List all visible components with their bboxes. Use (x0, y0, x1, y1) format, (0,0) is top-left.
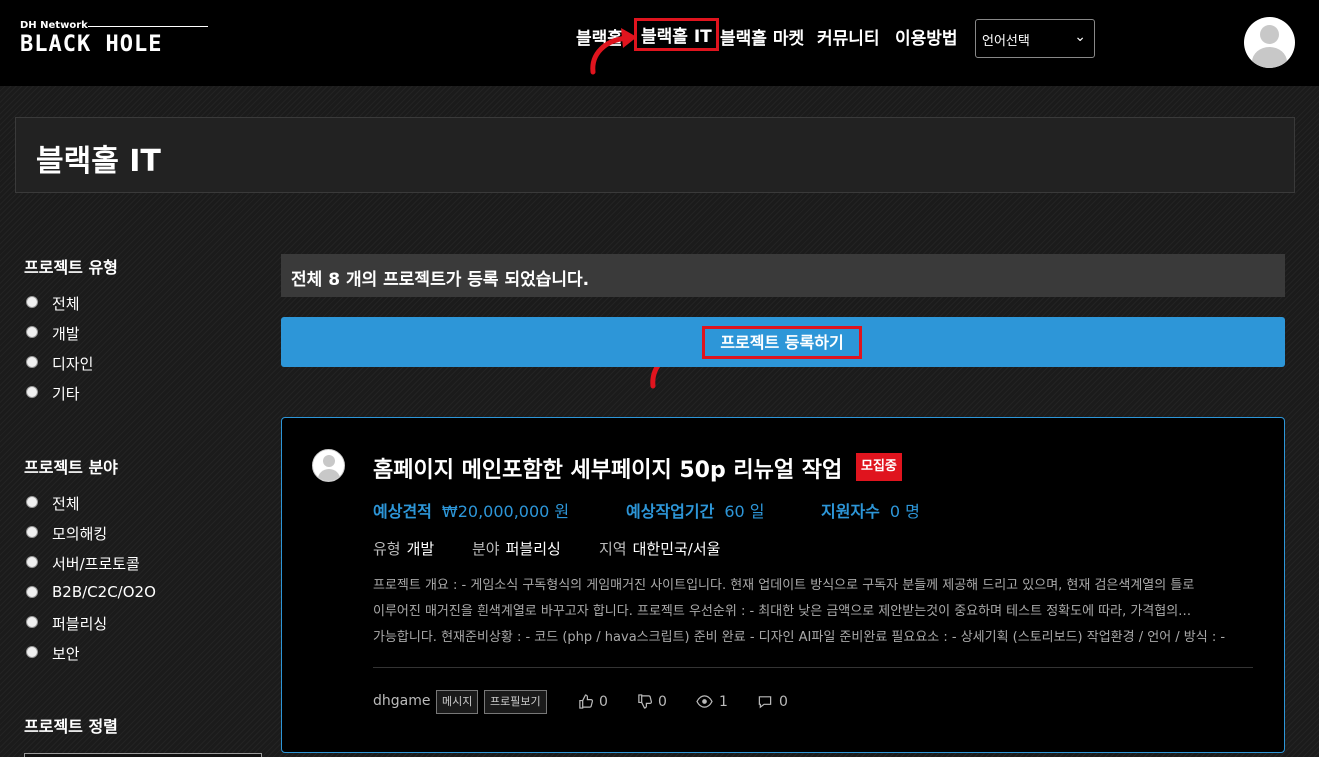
type-info: 유형 개발 (373, 540, 435, 558)
radio-icon (26, 326, 38, 338)
dislike-stat[interactable]: 0 (637, 694, 667, 710)
project-count-text: 전체 8 개의 프로젝트가 등록 되었습니다. (291, 270, 590, 290)
status-badge: 모집중 (856, 453, 902, 481)
comments-stat[interactable]: 0 (757, 694, 788, 710)
nav-community[interactable]: 커뮤니티 (817, 24, 880, 49)
project-type-heading: 프로젝트 유형 (24, 258, 118, 277)
radio-icon (26, 616, 38, 628)
project-field-heading: 프로젝트 분야 (24, 458, 118, 477)
project-card[interactable]: 홈페이지 메인포함한 세부페이지 50p 리뉴얼 작업 모집중 예상견적 ₩20,… (281, 417, 1285, 753)
nav-blackhole-market[interactable]: 블랙홀 마켓 (720, 24, 804, 49)
register-project-button[interactable]: 프로젝트 등록하기 (702, 326, 862, 359)
views-stat: 1 (696, 694, 728, 710)
estimate-info: 예상견적 ₩20,000,000 원 (373, 502, 570, 521)
period-info: 예상작업기간 60 일 (626, 502, 765, 521)
user-avatar[interactable] (1244, 17, 1295, 68)
sort-select[interactable] (24, 753, 262, 757)
card-divider (373, 667, 1253, 668)
radio-icon (26, 296, 38, 308)
region-info: 지역 대한민국/서울 (599, 540, 721, 558)
thumbs-down-icon (638, 694, 652, 709)
language-select[interactable]: 언어선택 ⌄ (975, 19, 1095, 58)
radio-icon (26, 386, 38, 398)
language-select-value: 언어선택 (982, 34, 1030, 49)
message-button[interactable]: 메시지 (436, 690, 479, 714)
radio-icon (26, 526, 38, 538)
radio-icon (26, 586, 38, 598)
blackhole-logo[interactable]: DH Network BLACK HOLE (20, 20, 210, 60)
project-description: 프로젝트 개요 : - 게임소식 구독형식의 게임매거진 사이트입니다. 현재 … (373, 578, 1226, 645)
logo-divider (88, 26, 208, 27)
view-profile-button[interactable]: 프로필보기 (484, 690, 547, 714)
radio-icon (26, 356, 38, 368)
author-avatar[interactable] (312, 449, 345, 482)
project-title[interactable]: 홈페이지 메인포함한 세부페이지 50p 리뉴얼 작업 (373, 452, 842, 484)
chevron-down-icon: ⌄ (1074, 29, 1086, 45)
radio-icon (26, 646, 38, 658)
author-name[interactable]: dhgame (373, 693, 430, 709)
project-count-bar: 전체 8 개의 프로젝트가 등록 되었습니다. (281, 254, 1285, 297)
field-info: 분야 퍼블리싱 (472, 540, 561, 558)
radio-icon (26, 496, 38, 508)
comment-icon (758, 696, 772, 709)
register-project-bar[interactable]: 프로젝트 등록하기 (281, 317, 1285, 367)
nav-how-to-use[interactable]: 이용방법 (895, 24, 958, 49)
applicants-info: 지원자수 0 명 (821, 502, 920, 521)
logo-text: BLACK HOLE (20, 32, 163, 57)
project-sort-heading: 프로젝트 정렬 (24, 717, 118, 736)
radio-icon (26, 556, 38, 568)
page-title: 블랙홀 IT (36, 144, 161, 179)
nav-blackhole-it[interactable]: 블랙홀 IT (634, 18, 719, 51)
eye-icon (696, 695, 713, 708)
logo-subtitle: DH Network (20, 20, 88, 31)
like-stat[interactable]: 0 (578, 694, 608, 710)
page-title-panel: 블랙홀 IT (15, 117, 1295, 193)
thumbs-up-icon (579, 694, 593, 709)
top-navigation-bar: DH Network BLACK HOLE 블랙홀 블랙홀 IT 블랙홀 마켓 … (0, 0, 1319, 86)
annotation-arrow-icon (590, 28, 637, 75)
